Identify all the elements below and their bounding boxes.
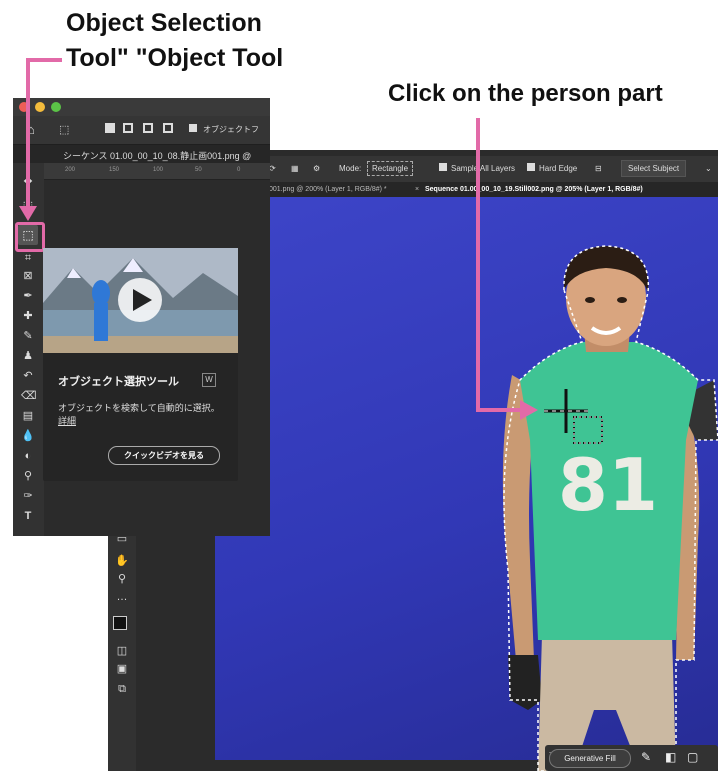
eraser-tool-icon[interactable]: ⌫ — [21, 389, 37, 403]
healing-brush-tool-icon[interactable]: ✚ — [21, 309, 35, 323]
brush-icon[interactable]: ✎ — [641, 750, 651, 764]
annotation-title-line-2: Tool" "Object Tool — [66, 44, 284, 72]
shortcut-badge: W — [202, 373, 216, 387]
gear-icon[interactable]: ⚙ — [313, 164, 320, 173]
options-bar-back: ⟳ ▦ ⚙ Mode: Rectangle Sample All Layers … — [265, 156, 718, 183]
foreground-color-swatch[interactable] — [113, 616, 127, 630]
object-selection-tool-icon[interactable]: ⬚ — [59, 123, 69, 136]
quick-video-button[interactable]: クイックビデオを見る — [108, 446, 220, 465]
ruler-tick: 0 — [237, 167, 241, 173]
jersey-number: 81 — [558, 443, 658, 527]
ruler: 200 150 100 50 0 — [13, 163, 270, 180]
screen-mode-icon[interactable]: ▣ — [115, 662, 129, 676]
ruler-tick: 50 — [195, 167, 202, 173]
brush-tool-icon[interactable]: ✎ — [21, 329, 35, 343]
tool-highlight-box — [15, 222, 45, 252]
mode-label: Mode: — [339, 164, 362, 173]
ruler-tick: 200 — [65, 167, 76, 173]
clone-stamp-tool-icon[interactable]: ♟ — [21, 349, 35, 363]
square-icon[interactable]: ▢ — [687, 750, 698, 764]
zoom-tool-icon[interactable]: ⚲ — [21, 469, 35, 483]
popup-description: オブジェクトを検索して自動的に選択。 詳細 — [58, 402, 228, 428]
zoom-icon[interactable]: ⚲ — [115, 572, 129, 586]
subtract-selection-icon[interactable] — [143, 123, 153, 133]
object-finder-checkbox[interactable] — [189, 124, 197, 132]
mask-icon[interactable]: ◧ — [665, 750, 676, 764]
tutorial-thumbnail[interactable] — [43, 248, 238, 353]
annotation-title-line-1: Object Selection — [66, 9, 262, 37]
intersect-selection-icon[interactable] — [163, 123, 173, 133]
minimize-window-icon[interactable] — [35, 102, 45, 112]
crop-tool-icon[interactable]: ⌗ — [21, 251, 35, 265]
annotation-title: Object Selection Tool" "Object Tool — [66, 6, 283, 76]
gradient-tool-icon[interactable]: ▤ — [21, 409, 35, 423]
refine-icon[interactable]: ⊟ — [595, 164, 602, 173]
move-tool-icon[interactable]: ✥ — [21, 175, 35, 189]
eyedropper-tool-icon[interactable]: ✒ — [21, 289, 35, 303]
quick-mask-icon[interactable]: ◫ — [115, 644, 129, 658]
dodge-tool-icon[interactable]: ◐ — [21, 449, 35, 463]
type-tool-icon[interactable]: T — [21, 509, 35, 523]
hard-edge-checkbox[interactable] — [527, 163, 535, 171]
document-tab-front[interactable]: シーケンス 01.00_00_10_08.静止画001.png @ — [13, 145, 270, 163]
options-bar-front: ⌂ ⬚ オブジェクトフ — [13, 116, 270, 145]
add-selection-icon[interactable] — [123, 123, 133, 133]
popup-title: オブジェクト選択ツール — [58, 376, 179, 388]
object-finder-label: オブジェクトフ — [203, 125, 259, 134]
sample-all-layers-checkbox[interactable] — [439, 163, 447, 171]
home-icon[interactable]: ⌂ — [27, 122, 35, 137]
ruler-tick: 150 — [109, 167, 120, 173]
blur-tool-icon[interactable]: 💧 — [21, 429, 35, 443]
select-subject-button[interactable]: Select Subject — [621, 160, 687, 177]
learn-more-link[interactable]: 詳細 — [58, 416, 76, 426]
more-tools-icon[interactable]: … — [115, 590, 129, 604]
maximize-window-icon[interactable] — [51, 102, 61, 112]
hard-edge-label: Hard Edge — [539, 164, 578, 173]
annotation-instruction: Click on the person part — [388, 80, 663, 107]
document-tabs-back: 001.png @ 200% (Layer 1, RGB/8#) * × Seq… — [265, 182, 718, 198]
pen-tool-icon[interactable]: ✑ — [21, 489, 35, 503]
toolbar-back: ▭ ✋ ⚲ … ◫ ▣ ⧉ — [108, 520, 136, 771]
chevron-down-icon[interactable]: ⌄ — [705, 164, 712, 173]
hand-icon[interactable]: ✋ — [115, 554, 129, 568]
popup-description-text: オブジェクトを検索して自動的に選択。 — [58, 403, 220, 413]
toolbar-front: ✥ ⬚ ⬚ ⌗ ⊠ ✒ ✚ ✎ ♟ ↶ ⌫ ▤ 💧 ◐ ⚲ ✑ T — [13, 163, 44, 536]
close-icon[interactable]: × — [415, 186, 419, 193]
frame-tool-icon[interactable]: ⊠ — [21, 269, 35, 283]
person-figure[interactable]: 81 — [490, 240, 718, 771]
tab-document-1[interactable]: 001.png @ 200% (Layer 1, RGB/8#) * — [269, 186, 387, 193]
history-brush-tool-icon[interactable]: ↶ — [21, 369, 35, 383]
sample-all-layers-label: Sample All Layers — [451, 164, 516, 173]
tab-document-2[interactable]: Sequence 01.00_00_10_19.Still002.png @ 2… — [425, 186, 643, 193]
marquee-tool-icon[interactable]: ⬚ — [21, 199, 35, 213]
artboard-icon[interactable]: ⧉ — [115, 682, 129, 696]
new-selection-icon[interactable] — [105, 123, 115, 133]
ruler-tick: 100 — [153, 167, 164, 173]
object-finder-icon[interactable]: ▦ — [291, 164, 299, 173]
generative-fill-button[interactable]: Generative Fill — [549, 749, 631, 768]
mode-select[interactable]: Rectangle — [367, 161, 414, 176]
refresh-icon[interactable]: ⟳ — [269, 164, 276, 173]
crosshair-cursor-icon — [544, 389, 603, 444]
close-window-icon[interactable] — [19, 102, 29, 112]
tab-document-front-label: シーケンス 01.00_00_10_08.静止画001.png @ — [63, 151, 252, 161]
